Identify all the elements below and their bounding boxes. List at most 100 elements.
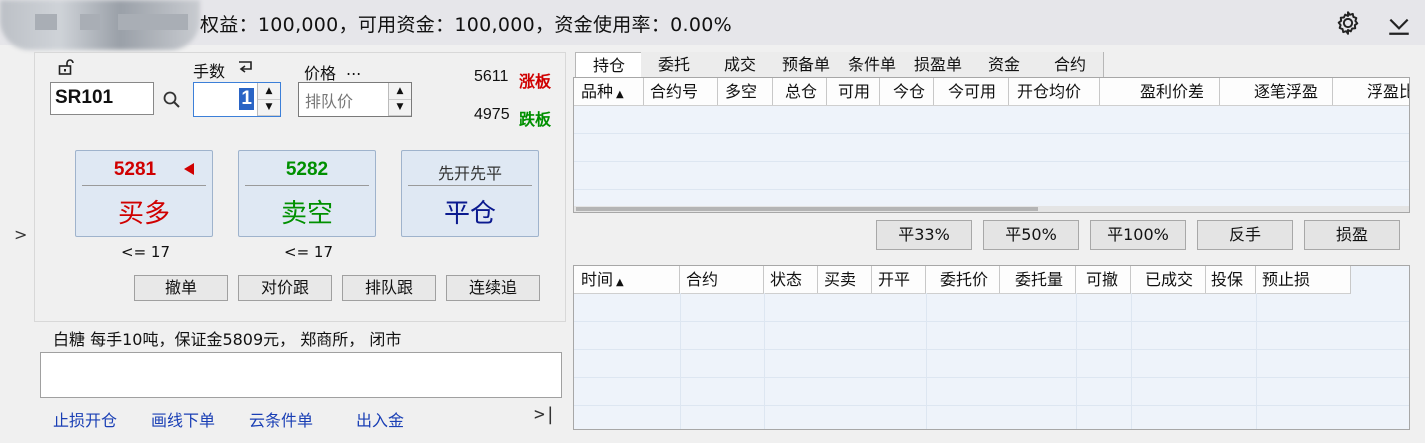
column-header[interactable]: 盈利价差: [1100, 78, 1220, 105]
column-header[interactable]: 开平: [872, 266, 926, 293]
column-header[interactable]: 已成交: [1131, 266, 1206, 293]
column-header[interactable]: 开仓均价: [1009, 78, 1100, 105]
column-header[interactable]: 今可用: [934, 78, 1009, 105]
sell-label: 卖空: [280, 199, 333, 229]
column-header[interactable]: 合约: [680, 266, 764, 293]
divider: [82, 185, 206, 186]
column-header[interactable]: 合约号: [644, 78, 718, 105]
close-100-button[interactable]: 平100%: [1090, 220, 1186, 250]
qty-spin-buttons[interactable]: ▲ ▼: [257, 83, 280, 116]
buy-long-button[interactable]: 5281 买多: [75, 150, 213, 237]
qty-stepper[interactable]: 1 ▲ ▼: [193, 82, 281, 117]
close-50-button[interactable]: 平50%: [983, 220, 1079, 250]
queue-follow-button[interactable]: 排队跟: [342, 275, 436, 301]
divider: [245, 185, 369, 186]
tab-funds[interactable]: 资金: [971, 52, 1038, 78]
tab-conditional-orders[interactable]: 条件单: [839, 52, 906, 78]
message-box: [40, 352, 562, 398]
limit-down-label: 跌板: [519, 110, 552, 129]
unlock-icon[interactable]: [57, 58, 75, 76]
scrollbar-thumb[interactable]: [576, 207, 1038, 211]
draw-line-order-link[interactable]: 画线下单: [151, 407, 215, 431]
close-mode: 先开先平: [437, 164, 502, 183]
deposit-withdraw-link[interactable]: 出入金: [356, 407, 404, 431]
price-up-icon[interactable]: ▲: [389, 83, 411, 100]
gear-icon[interactable]: [1335, 10, 1361, 36]
column-header[interactable]: 可用: [827, 78, 880, 105]
grid-line: [574, 161, 1409, 162]
divider: [408, 185, 532, 186]
contract-info: 白糖 每手10吨，保证金5809元， 郑商所， 闭市: [53, 330, 402, 349]
grid-line: [1131, 293, 1132, 429]
price-more-button[interactable]: ...: [346, 60, 361, 79]
sort-asc-icon: ▲: [616, 277, 624, 288]
column-header[interactable]: 品种 ▲: [574, 78, 644, 105]
limit-up-value: 5611: [474, 68, 509, 85]
blurred-text: [35, 14, 57, 30]
grid-line: [926, 293, 927, 429]
horizontal-scrollbar[interactable]: [574, 206, 1409, 212]
column-header[interactable]: 逐笔浮盈: [1220, 78, 1333, 105]
column-header[interactable]: 今仓: [880, 78, 934, 105]
column-header[interactable]: 总仓: [773, 78, 827, 105]
positions-table[interactable]: 品种 ▲ 合约号 多空 总仓 可用 今仓 今可用 开仓均价 盈利价差 逐笔浮盈 浮…: [573, 77, 1410, 213]
blurred-text: [118, 14, 188, 30]
stop-profit-button[interactable]: 损盈: [1304, 220, 1400, 250]
column-header[interactable]: 状态: [764, 266, 818, 293]
expand-panel-icon[interactable]: >: [14, 225, 27, 244]
sell-price: 5282: [285, 159, 329, 180]
tab-prepared-orders[interactable]: 预备单: [773, 52, 840, 78]
close-33-button[interactable]: 平33%: [876, 220, 972, 250]
reverse-button[interactable]: 反手: [1197, 220, 1293, 250]
contract-code-input[interactable]: SR101: [50, 82, 154, 115]
tab-stop-profit-orders[interactable]: 损盈单: [905, 52, 972, 78]
grid-line: [764, 293, 765, 429]
grid-line: [574, 321, 1409, 322]
grid-line: [574, 189, 1409, 190]
limit-down-value: 4975: [474, 106, 510, 123]
collapse-end-icon[interactable]: >|: [534, 404, 556, 425]
price-label: 价格: [304, 64, 337, 83]
column-header[interactable]: 投保: [1206, 266, 1256, 293]
search-icon[interactable]: [162, 90, 182, 110]
column-header[interactable]: 委托量: [1000, 266, 1076, 293]
tab-trades[interactable]: 成交: [707, 52, 774, 78]
cloud-condition-order-link[interactable]: 云条件单: [249, 407, 313, 431]
blurred-text: [80, 14, 100, 30]
column-header[interactable]: 买卖: [818, 266, 872, 293]
qty-up-icon[interactable]: ▲: [258, 83, 280, 100]
stop-loss-open-link[interactable]: 止损开仓: [53, 407, 117, 431]
tab-contracts[interactable]: 合约: [1037, 52, 1104, 78]
qty-down-icon[interactable]: ▼: [258, 99, 280, 116]
counter-price-follow-button[interactable]: 对价跟: [238, 275, 332, 301]
tab-positions[interactable]: 持仓: [575, 52, 643, 79]
sell-short-button[interactable]: 5282 卖空: [238, 150, 376, 237]
grid-line: [574, 349, 1409, 350]
grid-line: [680, 293, 681, 429]
continuous-chase-button[interactable]: 连续追: [446, 275, 540, 301]
column-header[interactable]: 多空: [718, 78, 773, 105]
price-spin-buttons[interactable]: ▲ ▼: [388, 83, 411, 116]
column-header[interactable]: 委托价: [926, 266, 1000, 293]
account-summary-bar: 权益：100,000，可用资金：100,000，资金使用率：0.00%: [0, 0, 1425, 50]
close-position-button[interactable]: 先开先平 平仓: [401, 150, 539, 237]
buy-label: 买多: [117, 199, 170, 229]
cancel-order-button[interactable]: 撤单: [134, 275, 228, 301]
buy-limit: <= 17: [121, 243, 170, 261]
grid-line: [1256, 293, 1257, 429]
return-arrow-icon[interactable]: [236, 59, 256, 77]
column-header[interactable]: 时间 ▲: [574, 266, 680, 293]
dropdown-caret-icon[interactable]: [1386, 11, 1412, 37]
orders-header: 时间 ▲ 合约 状态 买卖 开平 委托价 委托量 可撤 已成交 投保 预止损: [574, 266, 1351, 294]
price-down-icon[interactable]: ▼: [389, 99, 411, 116]
qty-label: 手数: [193, 62, 226, 81]
price-input[interactable]: 排队价 ▲ ▼: [298, 82, 412, 117]
qty-value[interactable]: 1: [239, 88, 254, 110]
column-header[interactable]: 浮盈比: [1333, 78, 1409, 105]
column-header[interactable]: 可撤: [1076, 266, 1131, 293]
grid-line: [574, 133, 1409, 134]
tab-orders[interactable]: 委托: [641, 52, 708, 78]
orders-table[interactable]: 时间 ▲ 合约 状态 买卖 开平 委托价 委托量 可撤 已成交 投保 预止损: [573, 265, 1410, 430]
column-header[interactable]: 预止损: [1256, 266, 1350, 293]
grid-line: [1076, 293, 1077, 429]
